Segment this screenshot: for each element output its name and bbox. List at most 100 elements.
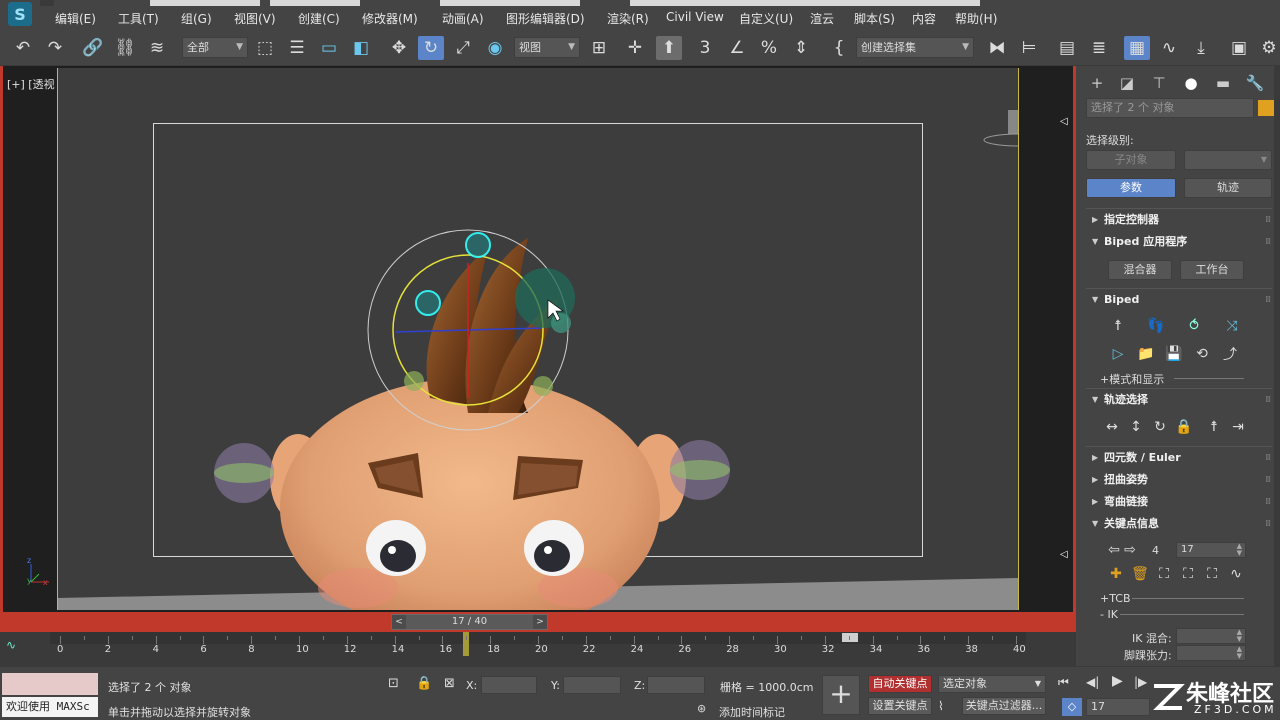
mirror-icon[interactable]: ⧓ xyxy=(984,36,1010,60)
delete-key-icon[interactable]: 🗑 xyxy=(1130,564,1150,584)
perspective-viewport[interactable]: [+] [透视 ] [用户定义 ] [默认明暗处理 ] xyxy=(3,66,1076,612)
viewport-canvas[interactable] xyxy=(57,68,1019,610)
selected-objects-dropdown[interactable]: 选定对象 ▼ xyxy=(938,675,1046,693)
snaps-toggle-icon[interactable]: 3 xyxy=(692,36,718,60)
layer-explorer-icon[interactable]: ≣ xyxy=(1086,36,1112,60)
current-frame-field[interactable]: 17 xyxy=(1086,698,1150,716)
select-by-name-icon[interactable]: ☰ xyxy=(284,36,310,60)
rollout-bend-links[interactable]: ▶ 弯曲链接 ⁞⁞ xyxy=(1086,492,1272,512)
unlink-icon[interactable]: ⛓ xyxy=(112,36,138,60)
tcb-toggle[interactable]: +TCB xyxy=(1100,592,1131,605)
render-setup-icon[interactable]: ⚙ xyxy=(1256,36,1280,60)
scene-explorer-icon[interactable]: ▤ xyxy=(1054,36,1080,60)
menu-customize[interactable]: 自定义(U) xyxy=(739,10,793,27)
rollout-biped-apps[interactable]: ▼ Biped 应用程序 ⁞⁞ xyxy=(1086,232,1272,252)
spinner-snap-icon[interactable]: ⇕ xyxy=(788,36,814,60)
selection-filter-dropdown[interactable]: 全部 ▼ xyxy=(182,37,248,58)
select-scale-icon[interactable]: ⤢ xyxy=(450,36,476,60)
x-coordinate-field[interactable] xyxy=(481,676,537,694)
menu-modifiers[interactable]: 修改器(M) xyxy=(362,10,418,27)
sub-object-dropdown[interactable]: ▼ xyxy=(1184,150,1272,170)
menu-edit[interactable]: 编辑(E) xyxy=(55,10,96,27)
menu-scripting[interactable]: 脚本(S) xyxy=(854,10,895,27)
utilities-tab-icon[interactable]: 🔧 xyxy=(1242,72,1268,94)
biped-playback-icon[interactable]: ▷ xyxy=(1108,344,1128,364)
named-selection-set-dropdown[interactable]: 创建选择集 ▼ xyxy=(856,37,974,58)
material-editor-icon[interactable]: ▣ xyxy=(1226,36,1252,60)
lock-cob-keys-icon[interactable]: 🔒 xyxy=(1174,417,1194,437)
menu-content[interactable]: 内容 xyxy=(912,10,936,27)
trajectories-icon[interactable]: ∿ xyxy=(1226,564,1246,584)
rollout-track-selection[interactable]: ▼ 轨迹选择 ⁞⁞ xyxy=(1086,390,1272,410)
object-name-field[interactable]: 选择了 2 个 对象 xyxy=(1086,98,1254,118)
convert-icon[interactable]: ⟲ xyxy=(1192,344,1212,364)
motion-flow-mode-icon[interactable]: ⥀ xyxy=(1184,316,1204,336)
create-tab-icon[interactable]: + xyxy=(1084,72,1110,94)
angle-snap-icon[interactable]: ∠ xyxy=(724,36,750,60)
select-object-icon[interactable]: ⬚ xyxy=(252,36,278,60)
add-time-tag-text[interactable]: 添加时间标记 xyxy=(719,704,785,720)
menu-tools[interactable]: 工具(T) xyxy=(118,10,159,27)
time-slider-prev-button[interactable]: < xyxy=(392,615,406,629)
track-bar[interactable]: ∿ 0 2 4 6 8 10 12 14 16 18 20 22 24 26 28 30 32 34 36 38 40 xyxy=(0,632,1076,666)
default-in-out-tangents-icon[interactable]: ⌇ xyxy=(938,699,944,713)
modes-display-toggle[interactable]: +模式和显示 xyxy=(1100,371,1164,387)
previous-frame-icon[interactable]: ◀| xyxy=(1086,675,1099,689)
parameters-button[interactable]: 参数 xyxy=(1086,178,1176,198)
key-filters-button[interactable]: 关键点过滤器... xyxy=(962,697,1046,715)
rect-selection-region-icon[interactable]: ▭ xyxy=(316,36,342,60)
menu-views[interactable]: 视图(V) xyxy=(234,10,276,27)
curve-editor-icon[interactable]: ∿ xyxy=(1156,36,1182,60)
panel-scrollbar[interactable] xyxy=(1274,66,1280,666)
maxscript-mini-listener-pink[interactable] xyxy=(2,673,98,695)
footstep-mode-icon[interactable]: 👣 xyxy=(1146,316,1166,336)
menu-group[interactable]: 组(G) xyxy=(181,10,212,27)
menu-render-cloud[interactable]: 渲云 xyxy=(810,10,834,27)
set-sliding-key-icon[interactable]: ⛶ xyxy=(1178,564,1198,584)
set-planted-key-icon[interactable]: ⛶ xyxy=(1154,564,1174,584)
play-icon[interactable]: ▶ xyxy=(1112,673,1123,689)
keyboard-shortcut-override-icon[interactable]: ⬆ xyxy=(656,36,682,60)
sub-object-button[interactable]: 子对象 xyxy=(1086,150,1176,170)
undo-icon[interactable]: ↶ xyxy=(10,36,36,60)
figure-mode-icon[interactable]: ☨ xyxy=(1108,316,1128,336)
body-horizontal-icon[interactable]: ↔ xyxy=(1102,417,1122,437)
time-slider[interactable]: < 17 / 40 > xyxy=(391,614,548,630)
motion-tab-icon[interactable]: ● xyxy=(1178,72,1204,94)
absolute-mode-transform-icon[interactable]: ⊠ xyxy=(444,676,455,691)
menu-graph-editors[interactable]: 图形编辑器(D) xyxy=(506,10,585,27)
y-coordinate-field[interactable] xyxy=(563,676,621,694)
select-place-icon[interactable]: ◉ xyxy=(482,36,508,60)
menu-rendering[interactable]: 渲染(R) xyxy=(607,10,649,27)
key-mode-toggle-icon[interactable]: ◇ xyxy=(1062,698,1082,716)
menu-animation[interactable]: 动画(A) xyxy=(442,10,484,27)
modify-tab-icon[interactable]: ◪ xyxy=(1114,72,1140,94)
menu-create[interactable]: 创建(C) xyxy=(298,10,340,27)
set-free-key-icon[interactable]: ⛶ xyxy=(1202,564,1222,584)
display-tab-icon[interactable]: ▬ xyxy=(1210,72,1236,94)
menu-civil-view[interactable]: Civil View xyxy=(666,10,724,24)
select-manipulate-icon[interactable]: ✛ xyxy=(622,36,648,60)
link-icon[interactable]: 🔗 xyxy=(80,36,106,60)
reference-coord-dropdown[interactable]: 视图 ▼ xyxy=(514,37,580,58)
mini-curve-editor-icon[interactable]: ∿ xyxy=(6,638,16,652)
move-all-mode-icon[interactable]: ⤴ xyxy=(1220,344,1240,364)
ankle-tension-spinner[interactable]: ▲ ▼ xyxy=(1176,645,1246,661)
next-key-icon[interactable]: ⇨ xyxy=(1120,540,1140,560)
z-coordinate-field[interactable] xyxy=(647,676,705,694)
select-move-icon[interactable]: ✥ xyxy=(386,36,412,60)
align-icon[interactable]: ⊨ xyxy=(1016,36,1042,60)
toggle-ribbon-icon[interactable]: ▦ xyxy=(1124,36,1150,60)
key-marker[interactable] xyxy=(842,633,858,642)
percent-snap-icon[interactable]: % xyxy=(756,36,782,60)
mixer-button[interactable]: 混合器 xyxy=(1108,260,1172,280)
body-rotation-icon[interactable]: ↻ xyxy=(1150,417,1170,437)
load-file-icon[interactable]: 📁 xyxy=(1136,344,1156,364)
rollout-twist-poses[interactable]: ▶ 扭曲姿势 ⁞⁞ xyxy=(1086,470,1272,490)
key-time-spinner[interactable]: 17 ▲ ▼ xyxy=(1176,542,1246,558)
rollout-key-info[interactable]: ▼ 关键点信息 ⁞⁞ xyxy=(1086,514,1272,534)
edit-named-selection-icon[interactable]: { xyxy=(826,36,852,60)
select-rotate-icon[interactable]: ↻ xyxy=(418,36,444,60)
rollout-assign-controller[interactable]: ▶ 指定控制器 ⁞⁞ xyxy=(1086,210,1272,230)
menu-help[interactable]: 帮助(H) xyxy=(955,10,997,27)
